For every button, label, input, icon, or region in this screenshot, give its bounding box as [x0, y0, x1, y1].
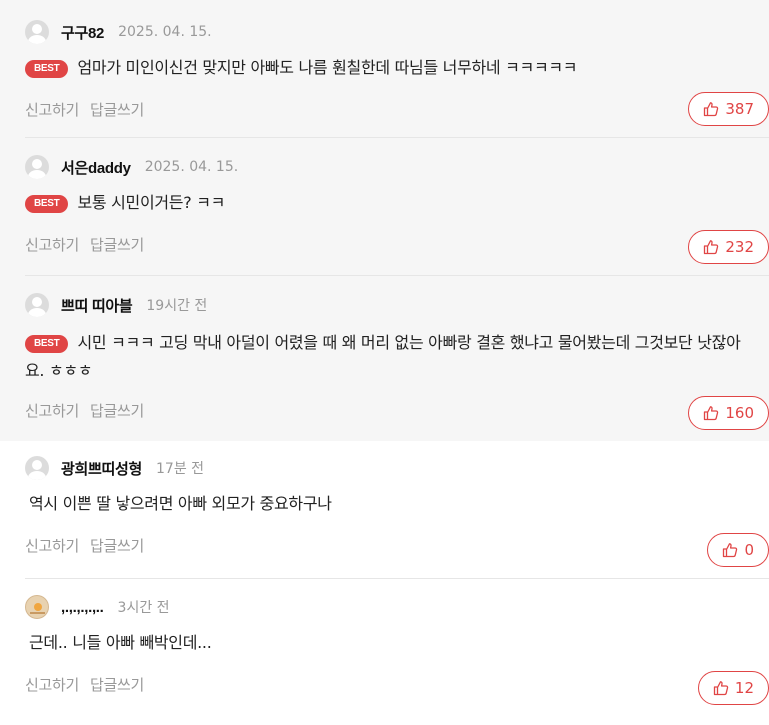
comment-body: BEST 보통 시민이거든? ㅋㅋ: [25, 189, 769, 217]
comment-time: 17분 전: [156, 461, 205, 477]
like-count: 0: [744, 541, 754, 559]
like-count: 387: [725, 100, 754, 118]
like-button[interactable]: 387: [688, 92, 769, 126]
thumbs-up-icon: [704, 406, 719, 421]
report-button[interactable]: 신고하기: [25, 674, 79, 695]
comment-text: 근데.. 니들 아빠 빼박인데...: [29, 633, 212, 652]
thumbs-up-icon: [704, 102, 719, 117]
report-button[interactable]: 신고하기: [25, 234, 79, 255]
comment-item: 쁘띠 띠아블 19시간 전 BEST 시민 ㅋㅋㅋ 고딩 막내 아덜이 어렸을 때…: [0, 276, 769, 441]
comment-nickname[interactable]: 광희쁘띠성형: [61, 458, 142, 479]
comment-text: 시민 ㅋㅋㅋ 고딩 막내 아덜이 어렸을 때 왜 머리 없는 아빠랑 결혼 했냐…: [25, 333, 741, 380]
avatar[interactable]: [25, 456, 49, 480]
thumbs-up-icon: [723, 543, 738, 558]
comment-time: 2025. 04. 15.: [118, 24, 212, 40]
comment-text: 엄마가 미인이신건 맞지만 아빠도 나름 훤칠한데 따님들 너무하네 ㅋㅋㅋㅋㅋ: [77, 58, 578, 77]
thumbs-up-icon: [704, 240, 719, 255]
comment-item: 서은daddy 2025. 04. 15. BEST 보통 시민이거든? ㅋㅋ 신…: [0, 138, 769, 276]
like-button[interactable]: 0: [707, 533, 769, 567]
comment-item: 광희쁘띠성형 17분 전 역시 이쁜 딸 낳으려면 아빠 외모가 중요하구나 신…: [0, 441, 769, 579]
comment-text: 역시 이쁜 딸 낳으려면 아빠 외모가 중요하구나: [29, 494, 332, 513]
reply-button[interactable]: 답글쓰기: [90, 99, 144, 120]
reply-button[interactable]: 답글쓰기: [90, 400, 144, 421]
reply-button[interactable]: 답글쓰기: [90, 535, 144, 556]
comment-time: 3시간 전: [117, 600, 170, 616]
reply-button[interactable]: 답글쓰기: [90, 234, 144, 255]
like-count: 160: [725, 404, 754, 422]
best-badge: BEST: [25, 195, 69, 213]
reply-button[interactable]: 답글쓰기: [90, 674, 144, 695]
report-button[interactable]: 신고하기: [25, 99, 79, 120]
avatar[interactable]: [25, 20, 49, 44]
avatar[interactable]: [25, 293, 49, 317]
comment-text: 보통 시민이거든? ㅋㅋ: [77, 193, 226, 212]
like-button[interactable]: 160: [688, 396, 769, 430]
thumbs-up-icon: [713, 681, 729, 696]
report-button[interactable]: 신고하기: [25, 535, 79, 556]
report-button[interactable]: 신고하기: [25, 400, 79, 421]
comment-nickname[interactable]: 구구82: [61, 22, 104, 43]
comment-time: 2025. 04. 15.: [144, 159, 239, 175]
best-badge: BEST: [25, 60, 69, 78]
comment-item: 구구82 2025. 04. 15. BEST 엄마가 미인이신건 맞지만 아빠도…: [0, 0, 769, 138]
comment-nickname[interactable]: 쁘띠 띠아블: [61, 295, 133, 316]
best-badge: BEST: [25, 335, 69, 353]
comment-item: ,.,.,.,.,.. 3시간 전 근데.. 니들 아빠 빼박인데... 신고하…: [0, 579, 769, 719]
comment-body: BEST 엄마가 미인이신건 맞지만 아빠도 나름 훤칠한데 따님들 너무하네 ㅋ…: [25, 54, 769, 82]
like-count: 12: [734, 679, 754, 697]
comment-nickname[interactable]: ,.,.,.,.,..: [61, 599, 104, 616]
avatar[interactable]: [25, 155, 49, 179]
like-button[interactable]: 12: [697, 671, 769, 705]
comment-time: 19시간 전: [146, 298, 208, 314]
comment-body: 근데.. 니들 아빠 빼박인데...: [25, 629, 769, 657]
comment-nickname[interactable]: 서은daddy: [61, 157, 131, 178]
comment-body: BEST 시민 ㅋㅋㅋ 고딩 막내 아덜이 어렸을 때 왜 머리 없는 아빠랑 결…: [25, 329, 769, 385]
avatar[interactable]: [25, 595, 49, 619]
comment-list: 구구82 2025. 04. 15. BEST 엄마가 미인이신건 맞지만 아빠도…: [0, 0, 769, 719]
comment-body: 역시 이쁜 딸 낳으려면 아빠 외모가 중요하구나: [25, 490, 769, 518]
like-count: 232: [725, 238, 754, 256]
like-button[interactable]: 232: [688, 230, 769, 264]
